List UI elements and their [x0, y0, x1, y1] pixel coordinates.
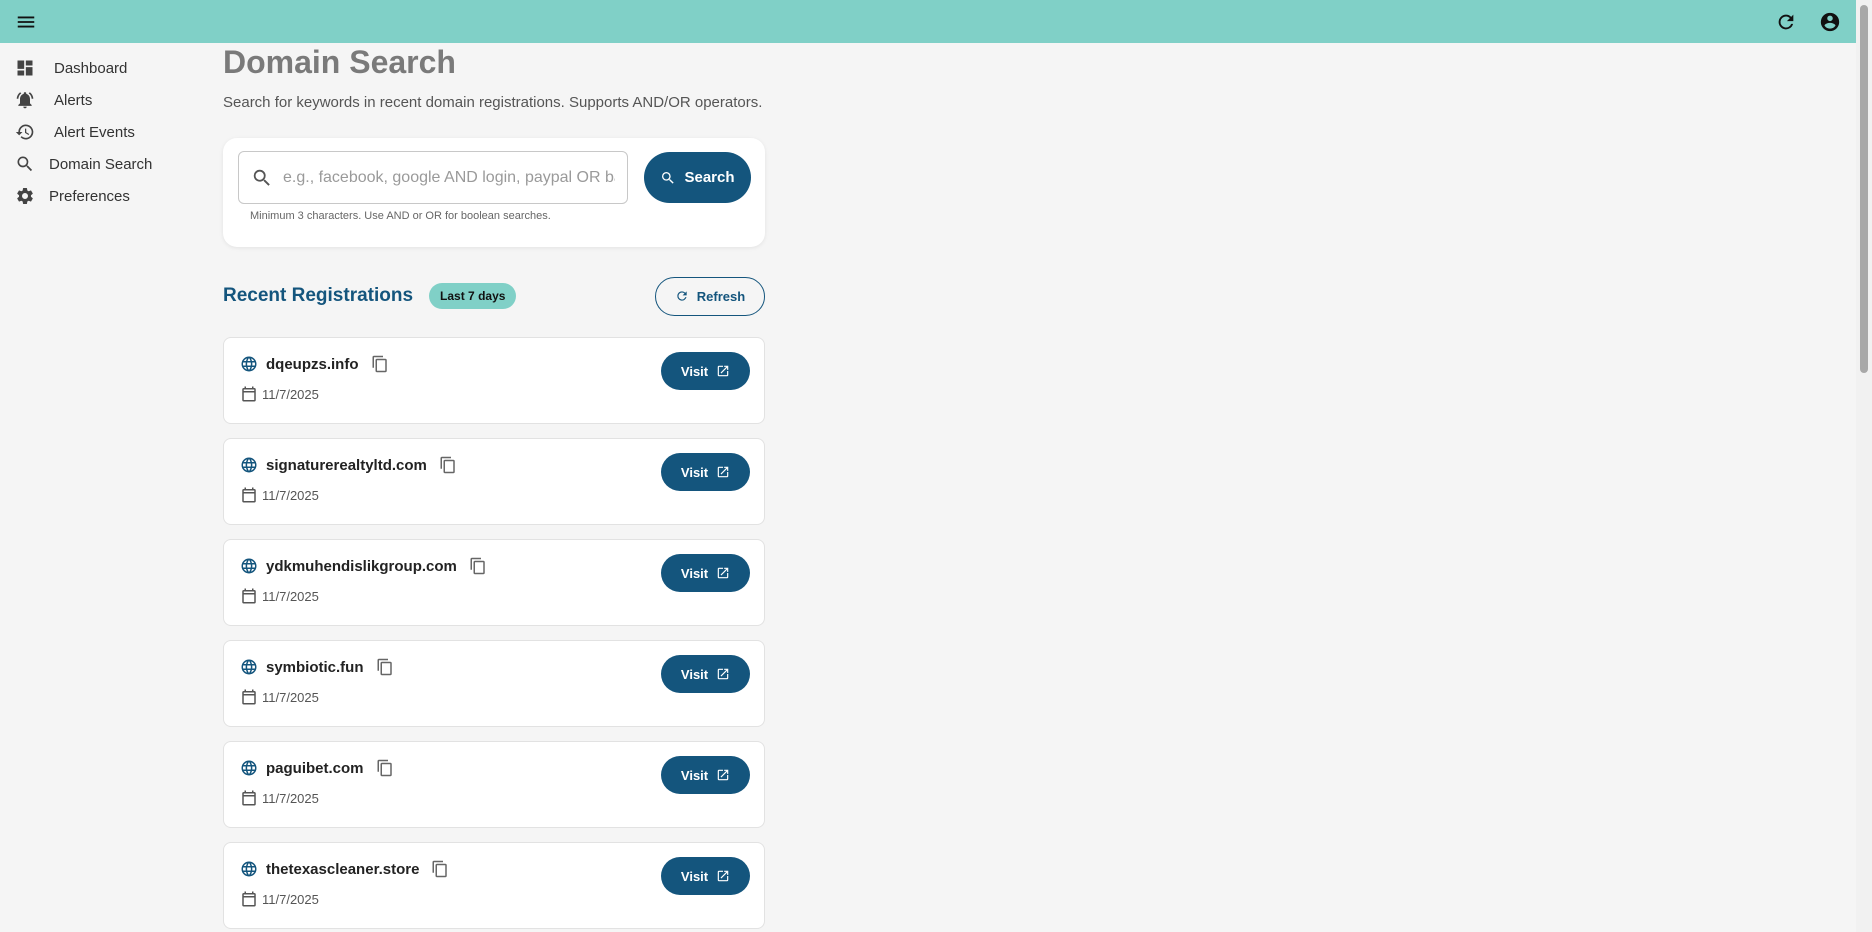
calendar-icon — [242, 790, 256, 806]
sidebar-item-label: Domain Search — [49, 155, 153, 173]
search-icon — [662, 171, 675, 184]
domain-card: symbiotic.fun 11/7/2025 Visit — [223, 640, 765, 727]
registration-date: 11/7/2025 — [262, 588, 319, 604]
domain-name: signaturerealtyltd.com — [266, 456, 427, 474]
search-button-label: Search — [684, 169, 735, 186]
sidebar-item-dashboard[interactable]: Dashboard — [0, 52, 200, 84]
domain-name: ydkmuhendislikgroup.com — [266, 557, 457, 575]
main-content: Domain Search Search for keywords in rec… — [223, 42, 765, 932]
history-icon — [15, 124, 34, 140]
domain-card: signaturerealtyltd.com 11/7/2025 Visit — [223, 438, 765, 525]
account-circle-icon[interactable] — [1818, 10, 1842, 34]
registration-date: 11/7/2025 — [262, 891, 319, 907]
refresh-button[interactable]: Refresh — [655, 276, 765, 316]
open-in-new-icon — [717, 870, 729, 882]
sidebar-item-domain-search[interactable]: Domain Search — [0, 148, 200, 180]
menu-icon[interactable] — [14, 10, 38, 34]
search-icon — [253, 169, 270, 186]
registration-date: 11/7/2025 — [262, 487, 319, 503]
calendar-icon — [242, 588, 256, 604]
dashboard-icon — [17, 60, 33, 76]
page-scrollbar[interactable] — [1856, 0, 1872, 932]
domain-name: symbiotic.fun — [266, 658, 364, 676]
visit-button-label: Visit — [680, 363, 709, 379]
sidebar-item-label: Dashboard — [54, 59, 128, 77]
calendar-icon — [242, 891, 256, 907]
search-card: Search Minimum 3 characters. Use AND or … — [223, 138, 765, 247]
globe-icon — [241, 457, 257, 473]
open-in-new-icon — [717, 769, 729, 781]
registration-date: 11/7/2025 — [262, 386, 319, 402]
gear-icon — [17, 187, 33, 204]
domain-card: ydkmuhendislikgroup.com 11/7/2025 Visit — [223, 539, 765, 626]
search-icon — [17, 156, 33, 172]
copy-icon[interactable] — [371, 355, 389, 373]
visit-button-label: Visit — [680, 767, 709, 783]
copy-icon[interactable] — [439, 456, 457, 474]
open-in-new-icon — [717, 365, 729, 377]
domain-card: dqeupzs.info 11/7/2025 Visit — [223, 337, 765, 424]
time-range-badge: Last 7 days — [429, 283, 517, 309]
copy-icon[interactable] — [431, 860, 449, 878]
globe-icon — [241, 356, 257, 372]
visit-button-label: Visit — [680, 464, 709, 480]
refresh-button-label: Refresh — [696, 288, 746, 304]
refresh-icon — [677, 291, 687, 301]
copy-icon[interactable] — [376, 658, 394, 676]
open-in-new-icon — [717, 466, 729, 478]
copy-icon[interactable] — [376, 759, 394, 777]
scrollbar-thumb[interactable] — [1860, 5, 1868, 373]
refresh-icon[interactable] — [1774, 10, 1798, 34]
domain-name: paguibet.com — [266, 759, 364, 777]
calendar-icon — [242, 487, 256, 503]
visit-button-label: Visit — [680, 666, 709, 682]
page-title: Domain Search — [223, 44, 456, 80]
recent-registrations-header: Recent Registrations Last 7 days Refresh — [223, 276, 765, 316]
sidebar-item-alerts[interactable]: Alerts — [0, 84, 200, 116]
globe-icon — [241, 558, 257, 574]
search-input[interactable] — [283, 168, 615, 187]
globe-icon — [241, 659, 257, 675]
sidebar-item-alert-events[interactable]: Alert Events — [0, 116, 200, 148]
sidebar-item-preferences[interactable]: Preferences — [0, 180, 200, 212]
domain-name: thetexascleaner.store — [266, 860, 420, 878]
visit-button[interactable]: Visit — [661, 453, 750, 491]
visit-button[interactable]: Visit — [661, 756, 750, 794]
search-hint: Minimum 3 characters. Use AND or OR for … — [250, 210, 551, 222]
domain-card: thetexascleaner.store 11/7/2025 Visit — [223, 842, 765, 929]
domain-name: dqeupzs.info — [266, 355, 359, 373]
visit-button[interactable]: Visit — [661, 655, 750, 693]
globe-icon — [241, 760, 257, 776]
visit-button[interactable]: Visit — [661, 554, 750, 592]
search-field[interactable] — [238, 151, 628, 204]
section-title: Recent Registrations — [223, 285, 414, 306]
calendar-icon — [242, 386, 256, 402]
copy-icon[interactable] — [469, 557, 487, 575]
open-in-new-icon — [717, 668, 729, 680]
visit-button[interactable]: Visit — [661, 857, 750, 895]
globe-icon — [241, 861, 257, 877]
sidebar-item-label: Alerts — [54, 91, 93, 109]
search-button[interactable]: Search — [644, 152, 751, 203]
calendar-icon — [242, 689, 256, 705]
domain-card: paguibet.com 11/7/2025 Visit — [223, 741, 765, 828]
registration-date: 11/7/2025 — [262, 689, 319, 705]
top-app-bar — [0, 0, 1856, 43]
registration-date: 11/7/2025 — [262, 790, 319, 806]
sidebar-nav: Dashboard Alerts Alert Events Domain Sea… — [0, 52, 200, 212]
open-in-new-icon — [717, 567, 729, 579]
visit-button-label: Visit — [680, 565, 709, 581]
visit-button[interactable]: Visit — [661, 352, 750, 390]
visit-button-label: Visit — [680, 868, 709, 884]
sidebar-item-label: Preferences — [49, 187, 130, 205]
bell-icon — [16, 92, 34, 109]
sidebar-item-label: Alert Events — [54, 123, 135, 141]
domain-list: dqeupzs.info 11/7/2025 Visit signaturere… — [223, 337, 765, 929]
page-description: Search for keywords in recent domain reg… — [223, 94, 763, 111]
